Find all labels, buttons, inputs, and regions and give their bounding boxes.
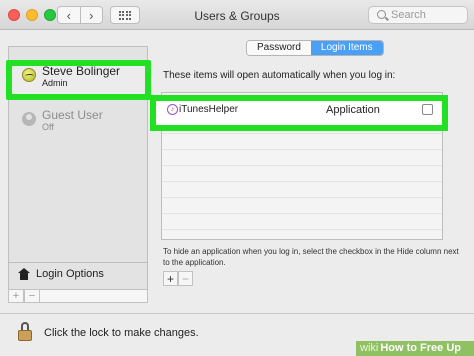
footer-divider bbox=[0, 313, 474, 314]
guest-avatar-icon bbox=[22, 112, 36, 126]
watermark: wikiHow to Free Up RAM bbox=[356, 341, 474, 356]
add-user-button[interactable]: + bbox=[8, 289, 24, 303]
lock-icon[interactable] bbox=[18, 322, 32, 342]
user-role: Admin bbox=[42, 78, 68, 88]
user-item-steve[interactable]: Steve Bolinger Admin bbox=[8, 58, 146, 102]
tab-password[interactable]: Password bbox=[247, 41, 311, 55]
watermark-brand: wiki bbox=[360, 342, 379, 354]
search-icon bbox=[377, 10, 386, 19]
tab-login-items[interactable]: Login Items bbox=[310, 41, 383, 55]
user-add-remove-bar: + − bbox=[8, 289, 148, 303]
add-login-item-button[interactable]: + bbox=[163, 271, 178, 286]
login-options-item[interactable]: Login Options bbox=[8, 262, 148, 284]
title-bar: ‹ › Users & Groups Search bbox=[0, 0, 474, 30]
tab-bar: Password Login Items bbox=[246, 40, 384, 56]
user-name: Steve Bolinger bbox=[42, 64, 121, 78]
login-items-description: These items will open automatically when… bbox=[163, 70, 396, 81]
login-item-kind: Application bbox=[326, 104, 380, 116]
lock-message: Click the lock to make changes. bbox=[44, 327, 199, 339]
hide-checkbox[interactable] bbox=[422, 104, 433, 115]
user-role: Off bbox=[42, 122, 54, 132]
remove-user-button[interactable]: − bbox=[24, 289, 40, 303]
login-item-add-remove-bar: + − bbox=[163, 271, 193, 286]
user-name: Guest User bbox=[42, 108, 103, 122]
tennis-ball-avatar-icon bbox=[22, 68, 36, 82]
user-item-guest[interactable]: Guest User Off bbox=[8, 102, 146, 146]
hide-hint-text: To hide an application when you log in, … bbox=[163, 247, 459, 267]
itunes-icon: ♪ bbox=[167, 104, 178, 115]
remove-login-item-button[interactable]: − bbox=[178, 271, 193, 286]
house-icon bbox=[18, 267, 30, 280]
search-placeholder: Search bbox=[391, 9, 426, 21]
login-options-label: Login Options bbox=[36, 267, 104, 280]
login-item-name: iTunesHelper bbox=[179, 104, 239, 115]
search-field[interactable]: Search bbox=[368, 6, 468, 24]
login-item-row[interactable]: ♪ iTunesHelper Application bbox=[150, 95, 448, 131]
